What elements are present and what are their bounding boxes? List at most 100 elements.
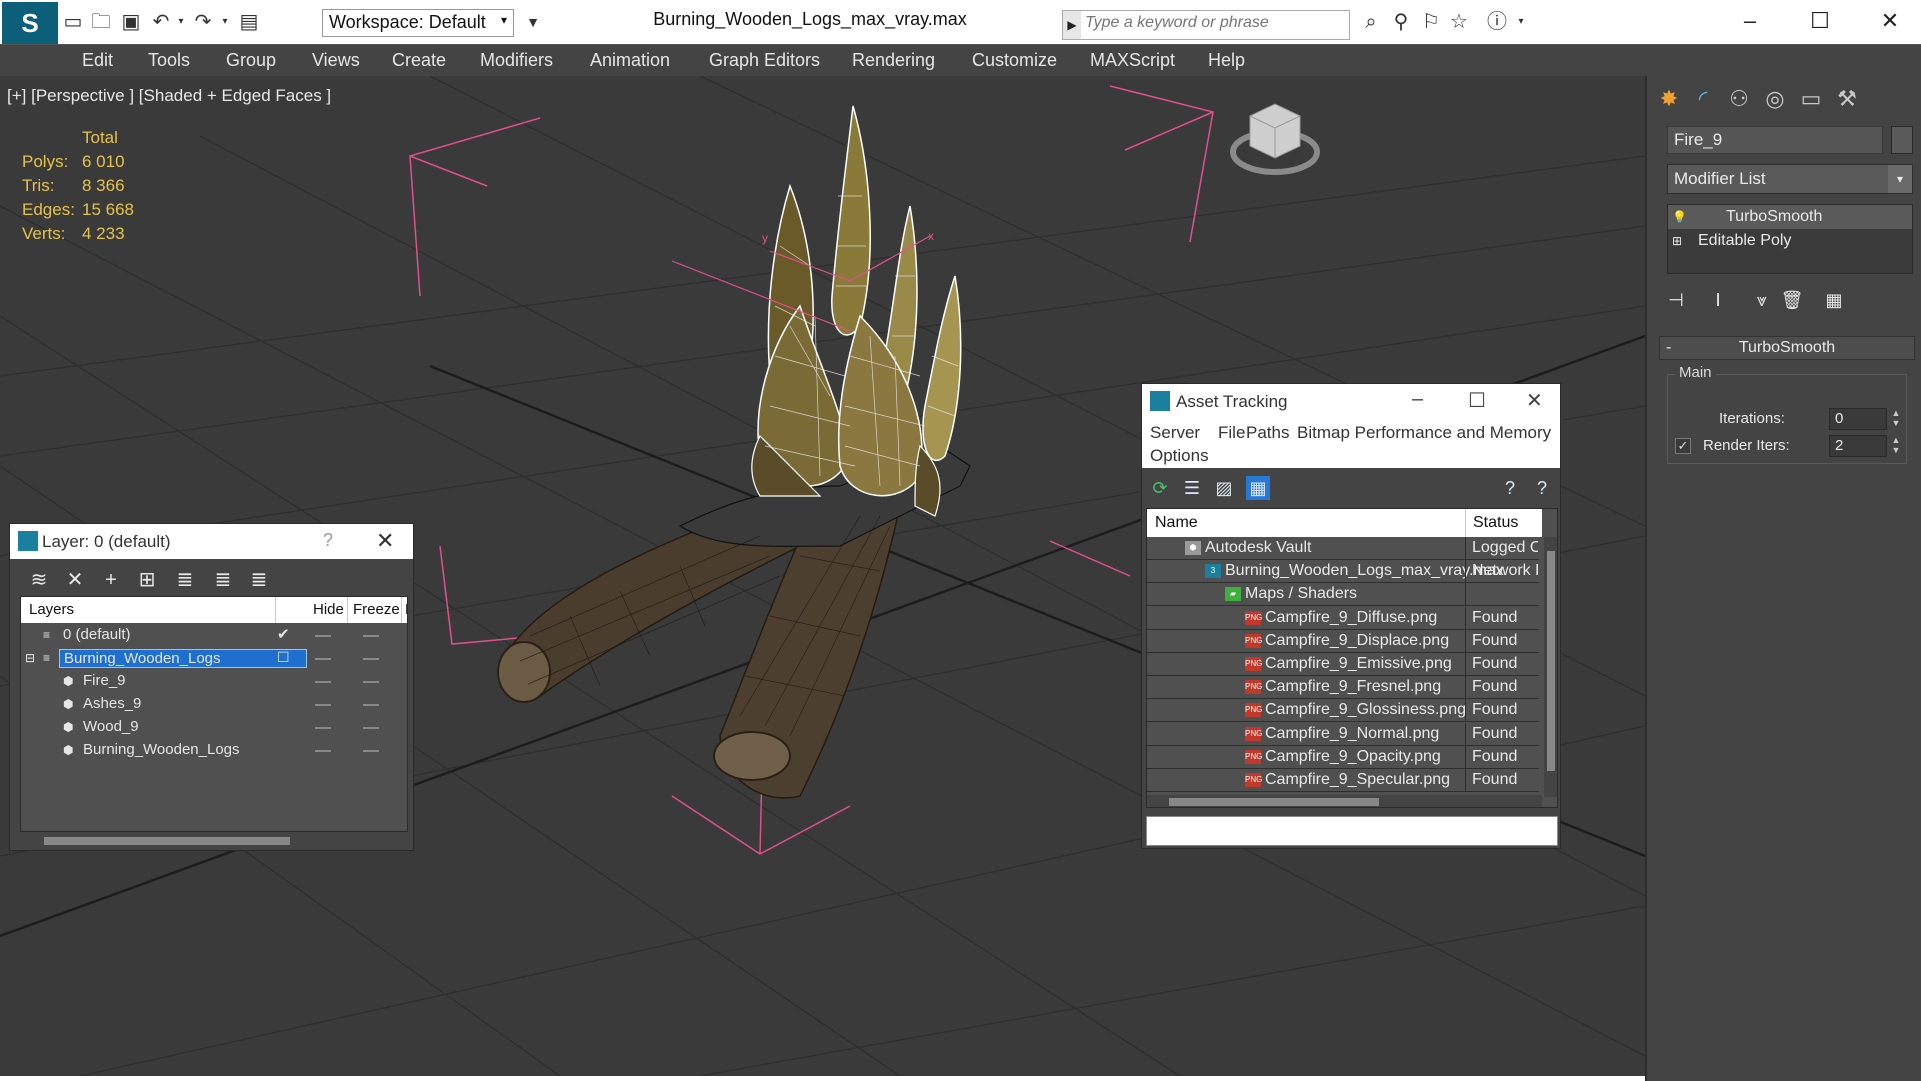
stack-item-editable-poly[interactable]: ⊞ Editable Poly <box>1668 229 1912 253</box>
asset-row[interactable]: PNG Campfire_9_Glossiness.png Found <box>1147 699 1539 723</box>
app-logo-icon[interactable]: S <box>2 2 58 44</box>
asset-row[interactable]: 3 Burning_Wooden_Logs_max_vray.max Network… <box>1147 560 1539 584</box>
menu-create[interactable]: Create <box>392 50 446 71</box>
set-current-layer-icon[interactable]: ☐ <box>277 649 290 666</box>
menu-customize[interactable]: Customize <box>972 50 1057 71</box>
maximize-button[interactable]: ☐ <box>1800 6 1840 36</box>
column-status[interactable]: Status <box>1473 514 1518 532</box>
select-objects-icon[interactable]: ≣ <box>172 567 198 593</box>
column-render[interactable]: R <box>405 601 407 618</box>
help-icon[interactable]: ? <box>323 530 333 551</box>
minimize-icon[interactable]: – <box>1412 388 1423 411</box>
viewport-label-menu[interactable]: [+] [Perspective ] [Shaded + Edged Faces… <box>7 86 331 106</box>
binoculars-icon[interactable]: ⌕ <box>1358 10 1384 34</box>
menu-edit[interactable]: Edit <box>82 50 113 71</box>
favorites-star-icon[interactable]: ☆ <box>1446 10 1472 34</box>
help-dropdown-icon[interactable]: ▾ <box>1508 10 1534 34</box>
sign-in-icon[interactable]: ⚐ <box>1418 10 1444 34</box>
menu-help[interactable]: Help <box>1208 50 1245 71</box>
menu-animation[interactable]: Animation <box>590 50 670 71</box>
thumbnail-view-icon[interactable]: ▨ <box>1212 476 1236 500</box>
help-icon[interactable]: ⓘ <box>1484 10 1510 34</box>
active-layer-check-icon[interactable]: ✔ <box>277 625 290 643</box>
menu-server[interactable]: Server <box>1150 423 1200 443</box>
menu-bitmap-performance[interactable]: Bitmap Performance and Memory <box>1297 423 1551 443</box>
search-input[interactable] <box>1085 14 1335 32</box>
new-file-icon[interactable]: ▭ <box>60 10 86 34</box>
close-button[interactable]: ✕ <box>1870 6 1910 36</box>
menu-paths[interactable]: Paths <box>1246 423 1289 443</box>
vertical-scrollbar[interactable] <box>1544 537 1557 797</box>
expand-plus-icon[interactable]: ⊞ <box>1672 234 1692 248</box>
make-unique-icon[interactable]: ⩔ <box>1747 286 1777 314</box>
table-view-icon[interactable]: ▦ <box>1246 476 1270 500</box>
scrollbar-thumb[interactable] <box>1169 798 1379 806</box>
render-iters-checkbox[interactable]: ✓ <box>1675 438 1691 454</box>
hide-unhide-all-icon[interactable]: ≣ <box>246 567 272 593</box>
vault-info-icon[interactable]: ? <box>1530 476 1554 500</box>
scrollbar-thumb[interactable] <box>1547 551 1555 771</box>
utilities-tab-icon[interactable]: ⚒ <box>1831 84 1863 114</box>
render-iters-spinner[interactable]: 2 <box>1829 435 1887 457</box>
spinner-arrows-icon[interactable]: ▲ ▼ <box>1889 435 1903 457</box>
configure-modifier-sets-icon[interactable]: ▦ <box>1819 286 1849 314</box>
asset-row[interactable]: PNG Campfire_9_Normal.png Found <box>1147 722 1539 746</box>
object-name-field[interactable]: Fire_9 <box>1667 126 1883 154</box>
asset-row[interactable]: PNG Campfire_9_Specular.png Found <box>1147 769 1539 792</box>
layer-row[interactable]: ⬢ Ashes_9 <box>21 693 407 716</box>
close-icon[interactable]: ✕ <box>376 528 394 554</box>
project-folder-icon[interactable]: ▤ <box>236 10 262 34</box>
menu-file[interactable]: File <box>1218 423 1245 443</box>
scrollbar-thumb[interactable] <box>44 837 290 845</box>
layer-row[interactable]: ⬢ Burning_Wooden_Logs <box>21 739 407 762</box>
menu-modifiers[interactable]: Modifiers <box>480 50 553 71</box>
viewcube-icon[interactable] <box>1230 103 1320 175</box>
column-name[interactable]: Name <box>1155 514 1198 532</box>
modify-tab-icon[interactable]: ◜ <box>1687 84 1719 114</box>
customize-toolbar-icon[interactable]: ▼ <box>520 10 546 34</box>
pin-stack-icon[interactable]: ⊣ <box>1661 286 1691 314</box>
expand-arrow-icon[interactable]: ▶ <box>1063 11 1081 39</box>
asset-row[interactable]: PNG Campfire_9_Opacity.png Found <box>1147 745 1539 769</box>
dialog-title-bar[interactable]: Layer: 0 (default) ? ✕ <box>10 524 413 559</box>
layers-settings-icon[interactable]: ≋ <box>26 567 52 593</box>
asset-row[interactable]: ⬢ Autodesk Vault Logged O <box>1147 537 1539 560</box>
layer-row[interactable]: ⬢ Wood_9 <box>21 716 407 739</box>
layer-row[interactable]: ⬢ Fire_9 <box>21 670 407 693</box>
highlight-layer-icon[interactable]: ≣ <box>210 567 236 593</box>
asset-row[interactable]: PNG Campfire_9_Displace.png Found <box>1147 629 1539 653</box>
open-file-icon[interactable]: 🗀 <box>88 10 114 34</box>
asset-row[interactable]: PNG Campfire_9_Emissive.png Found <box>1147 653 1539 676</box>
close-icon[interactable]: ✕ <box>1526 388 1543 413</box>
layer-row[interactable]: ⊟ ≡ Burning_Wooden_Logs ☐ <box>21 647 407 670</box>
save-icon[interactable]: ▣ <box>118 10 144 34</box>
menu-graph-editors[interactable]: Graph Editors <box>709 50 820 71</box>
menu-views[interactable]: Views <box>312 50 360 71</box>
delete-layer-icon[interactable]: ✕ <box>62 567 88 593</box>
workspace-dropdown[interactable]: Workspace: Default ▾ <box>322 9 514 37</box>
refresh-icon[interactable]: ⟳ <box>1148 476 1172 500</box>
menu-rendering[interactable]: Rendering <box>852 50 935 71</box>
create-tab-icon[interactable]: ✸ <box>1653 84 1685 114</box>
remove-modifier-icon[interactable]: 🗑 <box>1777 286 1807 314</box>
dialog-title-bar[interactable]: Asset Tracking – ☐ ✕ <box>1142 384 1560 418</box>
create-layer-icon[interactable]: + <box>98 567 124 593</box>
maximize-icon[interactable]: ☐ <box>1468 388 1486 413</box>
lightbulb-icon[interactable]: 💡 <box>1672 210 1692 224</box>
hierarchy-tab-icon[interactable]: ⚇ <box>1723 84 1755 114</box>
key-icon[interactable]: ⚲ <box>1388 10 1414 34</box>
menu-group[interactable]: Group <box>226 50 276 71</box>
layer-row[interactable]: ≡ 0 (default) ✔ <box>21 624 407 647</box>
horizontal-scrollbar[interactable] <box>20 834 408 848</box>
rollout-header[interactable]: - TurboSmooth <box>1659 336 1915 360</box>
object-color-swatch[interactable] <box>1891 126 1913 154</box>
menu-options[interactable]: Options <box>1150 446 1209 466</box>
column-freeze[interactable]: Freeze <box>353 601 400 618</box>
asset-row[interactable]: PNG Campfire_9_Diffuse.png Found <box>1147 606 1539 630</box>
display-tab-icon[interactable]: ▭ <box>1795 84 1827 114</box>
asset-path-field[interactable] <box>1146 816 1558 846</box>
asset-row[interactable]: PNG Campfire_9_Fresnel.png Found <box>1147 676 1539 700</box>
spinner-arrows-icon[interactable]: ▲ ▼ <box>1889 408 1903 430</box>
minimize-button[interactable]: – <box>1730 6 1770 36</box>
column-layers[interactable]: Layers <box>29 601 74 618</box>
